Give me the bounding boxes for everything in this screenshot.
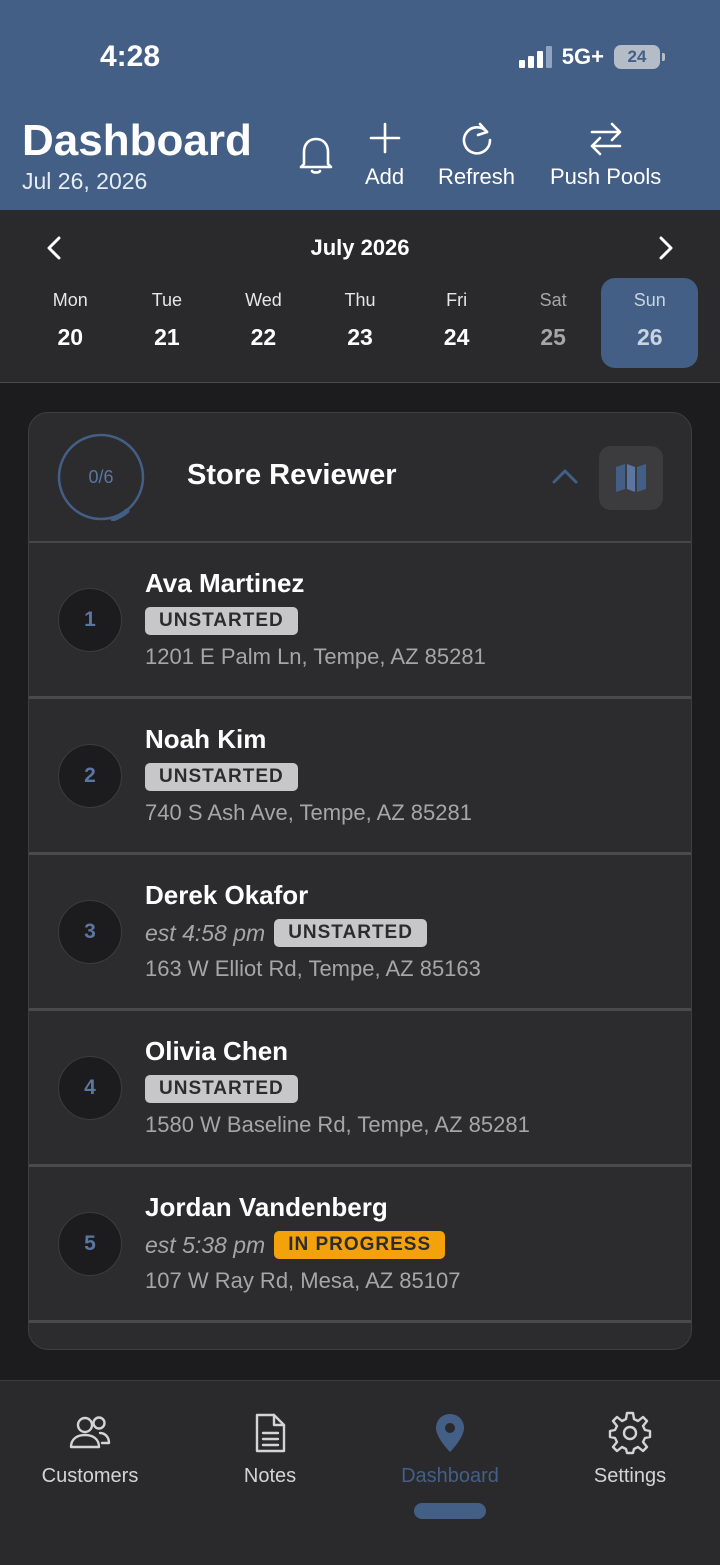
day-mon[interactable]: Mon 20 [22,278,119,368]
month-label: July 2026 [310,235,410,260]
page-title: Dashboard [22,116,252,165]
chevron-right-icon[interactable] [652,234,678,262]
day-number: 20 [57,324,84,350]
swap-arrows-icon [590,122,621,156]
status-indicators: 5G+ 24 [518,44,665,70]
status-badge: UNSTARTED [145,1075,298,1103]
day-name: Mon [52,290,88,310]
network-label: 5G+ [561,44,604,69]
tab-settings[interactable]: Settings [540,1411,720,1488]
tab-label: Dashboard [401,1465,499,1487]
stop-row-2[interactable]: 2 Noah Kim UNSTARTED 740 S Ash Ave, Temp… [29,699,691,855]
estimated-time: est 4:58 pm [145,919,266,946]
tab-label: Notes [243,1465,297,1487]
bell-icon[interactable] [296,133,336,175]
users-icon [69,1416,111,1449]
day-fri[interactable]: Fri 24 [408,278,505,368]
add-button[interactable]: Add [365,118,404,190]
day-name: Sun [633,290,666,310]
chevron-up-icon[interactable] [551,465,579,487]
app-header: 4:28 5G+ 24 Dashboard Jul 26, 2026 Add R… [0,0,720,210]
stop-row-1[interactable]: 1 Ava Martinez UNSTARTED 1201 E Palm Ln,… [29,543,691,699]
customer-name: Jordan Vandenberg [145,1192,388,1222]
status-badge: UNSTARTED [145,763,298,791]
route-card: 0/6 Store Reviewer 1 Ava Martinez UNSTAR… [28,412,692,1350]
day-sat[interactable]: Sat 25 [505,278,602,368]
day-name: Sat [539,290,567,310]
signal-icon [518,46,552,68]
status-badge: IN PROGRESS [274,1231,446,1259]
refresh-button[interactable]: Refresh [438,118,515,190]
tab-customers[interactable]: Customers [0,1411,180,1488]
stop-meta: UNSTARTED [145,607,298,635]
day-number: 21 [154,324,180,350]
day-name: Tue [151,290,183,310]
customer-address: 163 W Elliot Rd, Tempe, AZ 85163 [145,956,481,981]
customer-name: Noah Kim [145,724,267,754]
day-name: Fri [446,290,468,310]
bottom-tab-bar: Customers Notes Dashboard Settings [0,1380,720,1565]
document-icon [255,1413,286,1453]
day-number: 26 [636,324,663,350]
map-icon [616,464,646,492]
stop-row-4[interactable]: 4 Olivia Chen UNSTARTED 1580 W Baseline … [29,1011,691,1167]
day-wed[interactable]: Wed 22 [215,278,312,368]
customer-address: 107 W Ray Rd, Mesa, AZ 85107 [145,1268,461,1293]
stop-number: 2 [58,744,122,808]
push-pools-label: Push Pools [550,164,662,189]
page-date: Jul 26, 2026 [22,168,148,194]
customer-name: Derek Okafor [145,880,309,910]
tab-label: Customers [41,1465,139,1487]
day-number: 25 [540,324,566,350]
day-thu[interactable]: Thu 23 [312,278,409,368]
stop-row-3[interactable]: 3 Derek Okafor est 4:58 pm UNSTARTED 163… [29,855,691,1011]
route-card-header[interactable]: 0/6 Store Reviewer [29,413,691,543]
customer-address: 740 S Ash Ave, Tempe, AZ 85281 [145,800,472,825]
customer-name: Olivia Chen [145,1036,289,1066]
stop-meta: UNSTARTED [145,1075,298,1103]
status-time: 4:28 [100,40,161,73]
status-badge: UNSTARTED [145,607,298,635]
stop-meta: est 4:58 pm UNSTARTED [145,919,427,947]
estimated-time: est 5:38 pm [145,1231,266,1258]
refresh-icon [462,122,491,155]
add-label: Add [365,164,405,189]
active-tab-indicator [414,1503,486,1519]
battery-icon: 24 [614,45,665,69]
refresh-label: Refresh [438,164,516,189]
tab-label: Settings [593,1465,667,1487]
stop-meta: UNSTARTED [145,763,298,791]
stop-meta: est 5:38 pm IN PROGRESS [145,1231,446,1259]
customer-address: 1201 E Palm Ln, Tempe, AZ 85281 [145,644,486,669]
day-number: 22 [250,324,277,350]
day-sun-selected[interactable]: Sun 26 [601,278,699,368]
tab-notes[interactable]: Notes [180,1411,360,1488]
gear-icon [608,1411,652,1455]
day-number: 24 [443,324,470,350]
stop-number: 4 [58,1056,122,1120]
customer-name: Ava Martinez [145,568,305,598]
tab-dashboard[interactable]: Dashboard [360,1411,540,1488]
day-name: Thu [344,290,376,310]
location-pin-icon [436,1414,464,1452]
push-pools-button[interactable]: Push Pools [550,118,661,190]
route-title: Store Reviewer [187,459,397,491]
stop-number: 3 [58,900,122,964]
day-number: 23 [347,324,373,350]
week-calendar: July 2026 Mon 20 Tue 21 Wed 22 Thu 23 Fr… [0,210,720,383]
customer-address: 1580 W Baseline Rd, Tempe, AZ 85281 [145,1112,530,1137]
stop-number: 1 [58,588,122,652]
day-name: Wed [245,290,282,310]
day-selector: Mon 20 Tue 21 Wed 22 Thu 23 Fri 24 Sat 2… [22,278,699,368]
status-badge: UNSTARTED [274,919,427,947]
map-button[interactable] [599,446,663,510]
battery-level: 24 [627,47,647,66]
stop-row-5[interactable]: 5 Jordan Vandenberg est 5:38 pm IN PROGR… [29,1167,691,1323]
plus-icon [369,122,400,154]
progress-label: 0/6 [88,466,114,487]
day-tue[interactable]: Tue 21 [119,278,216,368]
stop-number: 5 [58,1212,122,1276]
